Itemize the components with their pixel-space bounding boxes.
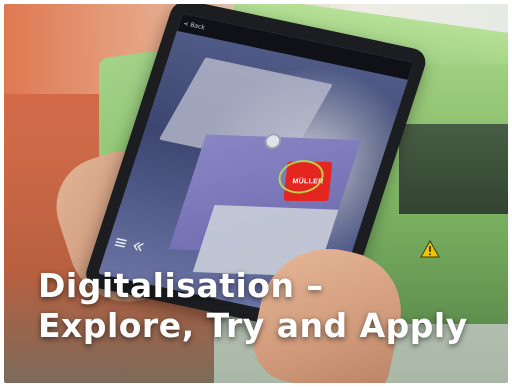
headline-line-1: Digitalisation – [38, 266, 324, 305]
hero-image: MÜLLER < Back Digitalisation – Explore, … [4, 4, 508, 383]
headline: Digitalisation – Explore, Try and Apply [38, 266, 508, 346]
headline-line-2: Explore, Try and Apply [38, 306, 468, 345]
back-button[interactable]: < Back [179, 19, 206, 31]
